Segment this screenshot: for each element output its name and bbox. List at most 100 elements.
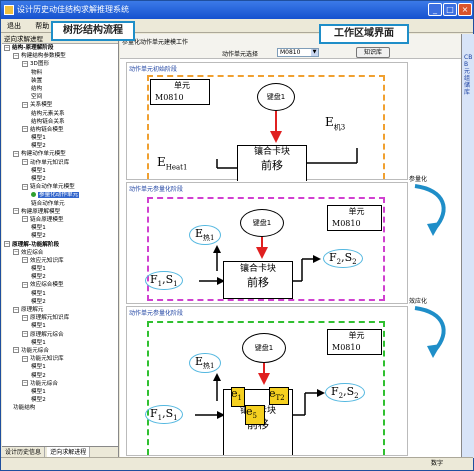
tree-node-label: 3D图形: [30, 61, 50, 68]
expand-toggle-icon[interactable]: −: [22, 183, 28, 190]
tree-node[interactable]: − 功能元综合: [2, 380, 118, 388]
expand-toggle-icon[interactable]: −: [22, 216, 28, 223]
expand-toggle-icon[interactable]: −: [13, 347, 19, 354]
tree-node-label: 结构: [31, 85, 43, 92]
et2-label: eT2: [269, 387, 285, 403]
tree-node[interactable]: 模型2: [2, 372, 118, 380]
unit-select-value: M0810: [280, 49, 301, 56]
menu-exit[interactable]: 退出: [1, 19, 27, 33]
curved-arrow-icon: [414, 184, 446, 236]
tree-node[interactable]: 模型2: [2, 232, 118, 240]
section-effect: 动作单元参量化阶段 单元 M0810 键盘1 镶合卡块 前移: [126, 306, 408, 456]
expand-toggle-icon[interactable]: −: [22, 257, 28, 264]
expand-toggle-icon[interactable]: −: [13, 306, 19, 313]
curved-arrow-icon: [414, 306, 446, 358]
tree-node-label: 结构-原理解阶段: [12, 45, 54, 51]
expand-toggle-icon[interactable]: −: [22, 159, 28, 166]
tree-node[interactable]: − 构建结构参数模型: [2, 52, 118, 60]
tree-node[interactable]: 结构元素关系: [2, 110, 118, 118]
knowledge-base-button[interactable]: 知识库: [356, 47, 390, 58]
section-parametric: 动作单元参量化阶段 单元 M0810 键盘1 镶合卡块 前移 E热1 F1,S1…: [126, 182, 408, 304]
tree-node[interactable]: 链合动作单元: [2, 200, 118, 208]
expand-toggle-icon[interactable]: −: [22, 355, 28, 362]
tree-node[interactable]: 模型1: [2, 265, 118, 273]
tree-node[interactable]: 模型1: [2, 224, 118, 232]
tree-node-label: 模型1: [31, 135, 46, 142]
block-line1: 镶合卡块: [253, 147, 290, 157]
tree-node[interactable]: 模型2: [2, 396, 118, 404]
tree-node[interactable]: 空间: [2, 93, 118, 101]
tree-node-label: 链合动作单元模型: [30, 184, 75, 191]
expand-toggle-icon[interactable]: −: [22, 101, 28, 108]
maximize-button[interactable]: □: [443, 3, 457, 16]
tree-node-label: 模型2: [31, 298, 46, 305]
expand-toggle-icon[interactable]: −: [22, 314, 28, 321]
tree-node[interactable]: 结构: [2, 85, 118, 93]
tree-node[interactable]: 模型2: [2, 273, 118, 281]
tree-node-label: 模型2: [31, 397, 46, 404]
fs-left-label: F1,S1: [145, 271, 183, 291]
tree-node[interactable]: 模型1: [2, 167, 118, 175]
expand-toggle-icon[interactable]: −: [22, 60, 28, 67]
tree-node-label: 模型1: [31, 290, 46, 297]
expand-toggle-icon[interactable]: −: [4, 44, 10, 51]
tree-node[interactable]: 物料: [2, 69, 118, 77]
tree-node[interactable]: 模型2: [2, 175, 118, 183]
tree-node[interactable]: 模型2: [2, 298, 118, 306]
tree-node-label: 模型1: [31, 364, 46, 371]
e1-label: e1: [231, 387, 242, 403]
section-initial: 动作单元初始阶段 单元 M0810 键盘1 镶合卡块 前移 E机3 EHeat1: [126, 62, 408, 181]
tree-node[interactable]: − 链合原理模型: [2, 216, 118, 224]
tree-node[interactable]: 模型1: [2, 134, 118, 142]
tree-node-label: 功能元综合: [30, 380, 58, 387]
component-library-pane[interactable]: CBB元组储库: [461, 34, 474, 458]
tree-node[interactable]: − 结构链合模型: [2, 126, 118, 134]
tree-node-label: 效应综合: [21, 249, 44, 256]
tree-node[interactable]: − 构建动作单元模型: [2, 150, 118, 158]
expand-toggle-icon[interactable]: −: [13, 208, 19, 215]
block-line2: 前移: [261, 159, 283, 172]
tree-node[interactable]: − 构建原理解模型: [2, 208, 118, 216]
expand-toggle-icon[interactable]: −: [22, 331, 28, 338]
tree-node[interactable]: − 功能元知识库: [2, 355, 118, 363]
tree-node[interactable]: − 原理解-功能解阶段: [2, 241, 118, 249]
tree-node[interactable]: 模型2: [2, 142, 118, 150]
tree-node[interactable]: 模型1: [2, 322, 118, 330]
tree-node[interactable]: − 原理解元综合: [2, 331, 118, 339]
tree-node[interactable]: − 效应元知识库: [2, 257, 118, 265]
tree-node[interactable]: 功能结构: [2, 404, 118, 412]
tree-node[interactable]: − 动作单元知识库: [2, 159, 118, 167]
tree-node[interactable]: 模型1: [2, 339, 118, 347]
tree-node-label: 结构链合关系: [31, 118, 65, 125]
expand-toggle-icon[interactable]: −: [4, 241, 10, 247]
tree-node[interactable]: 模型1: [2, 363, 118, 371]
title-bar: 设计历史动佳结构求解推理系统 _ □ ×: [1, 1, 473, 19]
tree-node[interactable]: − 原理解元知识库: [2, 314, 118, 322]
tree-node[interactable]: 模型1: [2, 290, 118, 298]
expand-toggle-icon[interactable]: −: [13, 249, 19, 256]
expand-toggle-icon[interactable]: −: [22, 380, 28, 387]
expand-toggle-icon[interactable]: −: [22, 126, 28, 133]
expand-toggle-icon[interactable]: −: [13, 52, 19, 59]
tree-node-label: 结构链合模型: [30, 126, 64, 133]
tree-node[interactable]: − 结构-原理解阶段: [2, 44, 118, 52]
tree-node[interactable]: 结构链合关系: [2, 118, 118, 126]
tree-node[interactable]: 装置: [2, 77, 118, 85]
expand-toggle-icon[interactable]: −: [13, 150, 19, 157]
workspace-pane: 参量化动作单元建模工作 动作单元选择 M0810 ▼ 知识库 动作单元初始阶段 …: [120, 34, 461, 458]
tree-node[interactable]: − 链合动作单元模型: [2, 183, 118, 191]
tree-node[interactable]: − 效应综合模型: [2, 281, 118, 289]
minimize-button[interactable]: _: [428, 3, 442, 16]
unit-select[interactable]: M0810 ▼: [277, 48, 319, 57]
e-left-label: E热1: [189, 353, 221, 374]
close-button[interactable]: ×: [458, 3, 472, 16]
tree-node[interactable]: 参量化动作单元: [2, 191, 118, 199]
tree-node[interactable]: 模型1: [2, 388, 118, 396]
tree-node[interactable]: − 功能元综合: [2, 347, 118, 355]
tree-node[interactable]: −3D图形: [2, 60, 118, 68]
tree-node-label: 模型2: [31, 274, 46, 281]
tree-node[interactable]: − 原理解元: [2, 306, 118, 314]
tree-node[interactable]: − 效应综合: [2, 249, 118, 257]
tree-node[interactable]: − 关系模型: [2, 101, 118, 109]
expand-toggle-icon[interactable]: −: [22, 281, 28, 288]
